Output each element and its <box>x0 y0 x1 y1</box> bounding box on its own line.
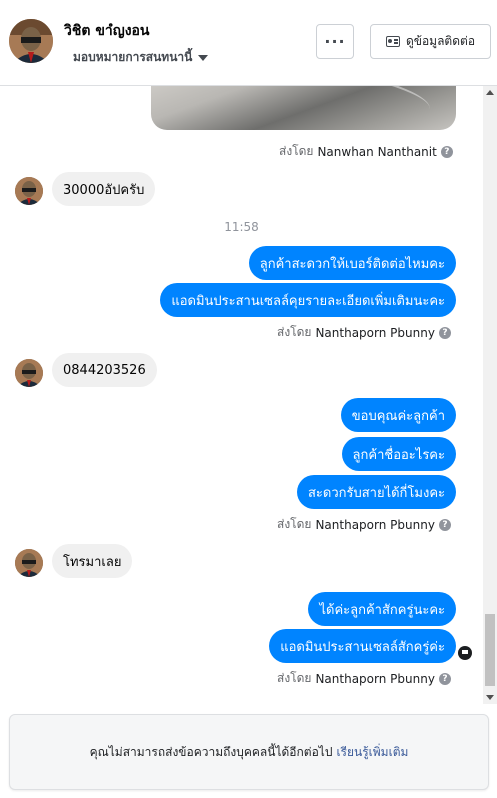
sender-name: Nanthaporn Pbunny <box>315 325 435 340</box>
help-icon[interactable]: ? <box>438 672 451 685</box>
sent-by-prefix: ส่งโดย <box>277 325 312 339</box>
contact-avatar-small <box>15 177 43 205</box>
assign-conversation-dropdown[interactable]: มอบหมายการสนทนานี้ <box>73 48 209 67</box>
outgoing-message[interactable]: ขอบคุณค่ะลูกค้า <box>340 398 456 432</box>
sent-by-prefix: ส่งโดย <box>279 144 314 158</box>
contact-avatar[interactable] <box>9 19 53 63</box>
incoming-message[interactable]: 30000อัปครับ <box>52 172 156 206</box>
notice-text: คุณไม่สามารถส่งข้อความถึงบุคคลนี้ได้อีกต… <box>89 744 333 759</box>
contact-info-button[interactable]: ดูข้อมูลติดต่อ <box>370 24 491 59</box>
help-icon[interactable]: ? <box>438 326 451 339</box>
more-options-button[interactable]: ··· <box>316 24 354 59</box>
sent-by-prefix: ส่งโดย <box>277 671 312 685</box>
outgoing-message[interactable]: แอดมินประสานเซลล์สักครู่ค่ะ <box>269 629 456 663</box>
contact-info-label: ดูข้อมูลติดต่อ <box>405 34 476 48</box>
seen-indicator-icon <box>458 646 472 660</box>
scroll-down-arrow-icon[interactable] <box>486 695 494 700</box>
cannot-message-notice: คุณไม่สามารถส่งข้อความถึงบุคคลนี้ได้อีกต… <box>9 714 489 790</box>
sent-by-label: ส่งโดย Nanthaporn Pbunny ? <box>277 515 451 534</box>
sent-by-label: ส่งโดย Nanwhan Nanthanit ? <box>279 142 453 161</box>
contact-name: วิชิต ขาํญงอน <box>64 23 150 39</box>
assign-label: มอบหมายการสนทนานี้ <box>73 50 193 64</box>
sent-by-label: ส่งโดย Nanthaporn Pbunny ? <box>277 669 451 688</box>
incoming-message[interactable]: โทรมาเลย <box>52 544 133 578</box>
sender-name: Nanthaporn Pbunny <box>315 517 435 532</box>
message-list[interactable]: ส่งโดย Nanwhan Nanthanit ? 30000อัปครับ … <box>0 86 483 704</box>
scrollbar[interactable] <box>483 86 497 704</box>
timestamp: 11:58 <box>224 220 259 234</box>
outgoing-message[interactable]: ลูกค้าสะดวกให้เบอร์ติดต่อไหมคะ <box>248 246 456 280</box>
outgoing-message[interactable]: สะดวกรับสายได้กี่โมงคะ <box>296 475 456 509</box>
contact-avatar-small <box>15 549 43 577</box>
sender-name: Nanthaporn Pbunny <box>315 671 435 686</box>
help-icon[interactable]: ? <box>440 145 453 158</box>
outgoing-message[interactable]: ลูกค้าชื่ออะไรคะ <box>341 437 456 471</box>
sender-name: Nanwhan Nanthanit <box>317 144 437 159</box>
sent-by-label: ส่งโดย Nanthaporn Pbunny ? <box>277 323 451 342</box>
scrollbar-thumb[interactable] <box>485 614 495 686</box>
image-attachment[interactable] <box>151 86 456 130</box>
conversation-header: วิชิต ขาํญงอน มอบหมายการสนทนานี้ ··· ดูข… <box>0 0 497 86</box>
contact-avatar-small <box>15 359 43 387</box>
composer-area: คุณไม่สามารถส่งข้อความถึงบุคคลนี้ได้อีกต… <box>0 704 497 798</box>
caret-down-icon <box>198 54 209 61</box>
learn-more-link[interactable]: เรียนรู้เพิ่มเติม <box>336 743 408 762</box>
help-icon[interactable]: ? <box>438 518 451 531</box>
sent-by-prefix: ส่งโดย <box>277 517 312 531</box>
outgoing-message[interactable]: ได้ค่ะลูกค้าสักครู่นะคะ <box>308 592 456 626</box>
outgoing-message[interactable]: แอดมินประสานเซลล์คุยรายละเอียดเพิ่มเติมน… <box>160 283 456 317</box>
contact-card-icon <box>385 36 400 47</box>
incoming-message[interactable]: 0844203526 <box>52 353 157 387</box>
scroll-up-arrow-icon[interactable] <box>486 90 494 95</box>
